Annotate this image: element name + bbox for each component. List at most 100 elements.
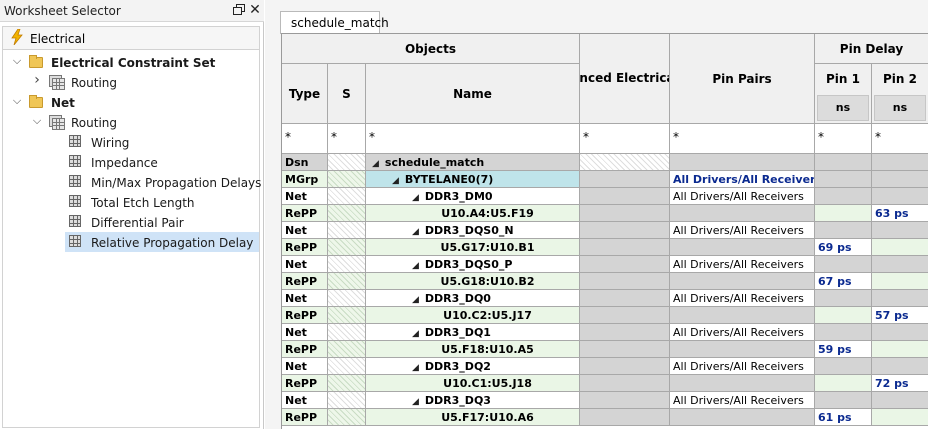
filter-s-input[interactable]: * [328,124,366,154]
filter-name-input[interactable]: * [366,124,580,154]
row-pin1-delay-cell[interactable] [815,222,872,239]
row-name-cell[interactable]: ◢ DDR3_DQ1 [366,324,580,341]
row-pin2-delay-cell[interactable] [872,222,928,239]
collapse-triangle-icon[interactable]: ◢ [392,176,399,186]
header-pin2[interactable]: Pin 2 ns [872,64,928,124]
row-name-cell[interactable]: ◢ BYTELANE0(7) [366,171,580,188]
row-pin1-delay-cell[interactable] [815,324,872,341]
row-pin1-delay-cell[interactable] [815,392,872,409]
header-type[interactable]: Type [282,64,328,124]
row-s-cell[interactable] [328,171,366,188]
tree-item-routing[interactable]: › Routing [3,72,259,92]
filter-pin-pairs-input[interactable]: * [670,124,815,154]
row-s-cell[interactable] [328,188,366,205]
row-s-cell[interactable] [328,205,366,222]
row-s-cell[interactable] [328,154,366,171]
row-pin1-delay-cell[interactable] [815,375,872,392]
row-pin2-delay-cell[interactable] [872,358,928,375]
row-pin-pairs-cell[interactable]: All Drivers/All Receivers [670,358,815,375]
row-s-cell[interactable] [328,392,366,409]
row-referenced-cset-cell[interactable] [580,358,670,375]
chevron-down-icon[interactable]: ⌵ [11,54,23,68]
close-icon[interactable]: ✕ [248,2,262,18]
row-referenced-cset-cell[interactable] [580,222,670,239]
filter-pin1-input[interactable]: * [815,124,872,154]
row-referenced-cset-cell[interactable] [580,341,670,358]
row-pin2-delay-cell[interactable] [872,256,928,273]
row-pin-pairs-cell[interactable] [670,205,815,222]
row-name-cell[interactable]: ◢ DDR3_DQ3 [366,392,580,409]
row-pin-pairs-cell[interactable]: All Drivers/All Receivers [670,171,815,188]
row-pin1-delay-cell[interactable] [815,358,872,375]
row-pin2-delay-cell[interactable] [872,171,928,188]
row-pin1-delay-cell[interactable] [815,154,872,171]
chevron-down-icon[interactable]: ⌵ [11,94,23,108]
row-pin-pairs-cell[interactable]: All Drivers/All Receivers [670,188,815,205]
row-name-cell[interactable]: U10.C2:U5.J17 [366,307,580,324]
row-pin2-delay-cell[interactable] [872,409,928,426]
row-s-cell[interactable] [328,290,366,307]
collapse-triangle-icon[interactable]: ◢ [412,329,419,339]
row-referenced-cset-cell[interactable] [580,171,670,188]
row-pin2-delay-cell[interactable] [872,154,928,171]
row-pin2-delay-cell[interactable] [872,273,928,290]
tree-item-impedance[interactable]: Impedance [3,152,259,172]
tree-item-min-max-propagation-delays[interactable]: Min/Max Propagation Delays [3,172,261,192]
header-pin1[interactable]: Pin 1 ns [815,64,872,124]
row-pin-pairs-cell[interactable] [670,239,815,256]
row-referenced-cset-cell[interactable] [580,256,670,273]
row-referenced-cset-cell[interactable] [580,154,670,171]
header-name[interactable]: Name [366,64,580,124]
row-s-cell[interactable] [328,341,366,358]
row-pin2-delay-cell[interactable] [872,188,928,205]
row-pin2-delay-cell[interactable] [872,392,928,409]
tree-item-relative-propagation-delay[interactable]: Relative Propagation Delay [65,232,259,252]
row-pin-pairs-cell[interactable]: All Drivers/All Receivers [670,256,815,273]
header-pin-pairs[interactable]: Pin Pairs [670,34,815,124]
header-s[interactable]: S [328,64,366,124]
row-pin2-delay-cell[interactable]: 72 ps [872,375,928,392]
row-pin2-delay-cell[interactable] [872,290,928,307]
restore-icon[interactable] [232,3,246,17]
row-s-cell[interactable] [328,239,366,256]
row-pin1-delay-cell[interactable] [815,205,872,222]
row-referenced-cset-cell[interactable] [580,205,670,222]
row-pin1-delay-cell[interactable]: 67 ps [815,273,872,290]
row-pin2-delay-cell[interactable] [872,341,928,358]
row-pin1-delay-cell[interactable] [815,307,872,324]
tree-item-wiring[interactable]: Wiring [3,132,259,152]
filter-pin2-input[interactable]: * [872,124,928,154]
row-name-cell[interactable]: ◢ DDR3_DM0 [366,188,580,205]
row-s-cell[interactable] [328,273,366,290]
row-name-cell[interactable]: ◢ DDR3_DQS0_P [366,256,580,273]
row-referenced-cset-cell[interactable] [580,273,670,290]
collapse-triangle-icon[interactable]: ◢ [412,227,419,237]
row-s-cell[interactable] [328,375,366,392]
row-pin1-delay-cell[interactable]: 59 ps [815,341,872,358]
row-pin-pairs-cell[interactable]: All Drivers/All Receivers [670,222,815,239]
row-pin-pairs-cell[interactable] [670,273,815,290]
row-pin-pairs-cell[interactable] [670,409,815,426]
row-pin1-delay-cell[interactable] [815,256,872,273]
filter-referenced-cset-input[interactable]: * [580,124,670,154]
row-name-cell[interactable]: U5.F17:U10.A6 [366,409,580,426]
row-pin1-delay-cell[interactable]: 69 ps [815,239,872,256]
row-pin2-delay-cell[interactable]: 57 ps [872,307,928,324]
row-pin-pairs-cell[interactable]: All Drivers/All Receivers [670,290,815,307]
tree-item-routing[interactable]: ⌵ Routing [3,112,259,132]
collapse-triangle-icon[interactable]: ◢ [372,159,379,169]
row-pin-pairs-cell[interactable] [670,307,815,324]
tree-item-total-etch-length[interactable]: Total Etch Length [3,192,259,212]
header-referenced-cset[interactable]: Referenced Electrical CSet [580,34,670,124]
row-s-cell[interactable] [328,307,366,324]
collapse-triangle-icon[interactable]: ◢ [412,193,419,203]
filter-type-input[interactable]: * [282,124,328,154]
row-pin1-delay-cell[interactable] [815,188,872,205]
row-pin2-delay-cell[interactable] [872,324,928,341]
collapse-triangle-icon[interactable]: ◢ [412,363,419,373]
row-pin1-delay-cell[interactable] [815,171,872,188]
collapse-triangle-icon[interactable]: ◢ [412,397,419,407]
row-s-cell[interactable] [328,324,366,341]
electrical-selector[interactable]: Electrical [2,26,260,50]
row-referenced-cset-cell[interactable] [580,375,670,392]
